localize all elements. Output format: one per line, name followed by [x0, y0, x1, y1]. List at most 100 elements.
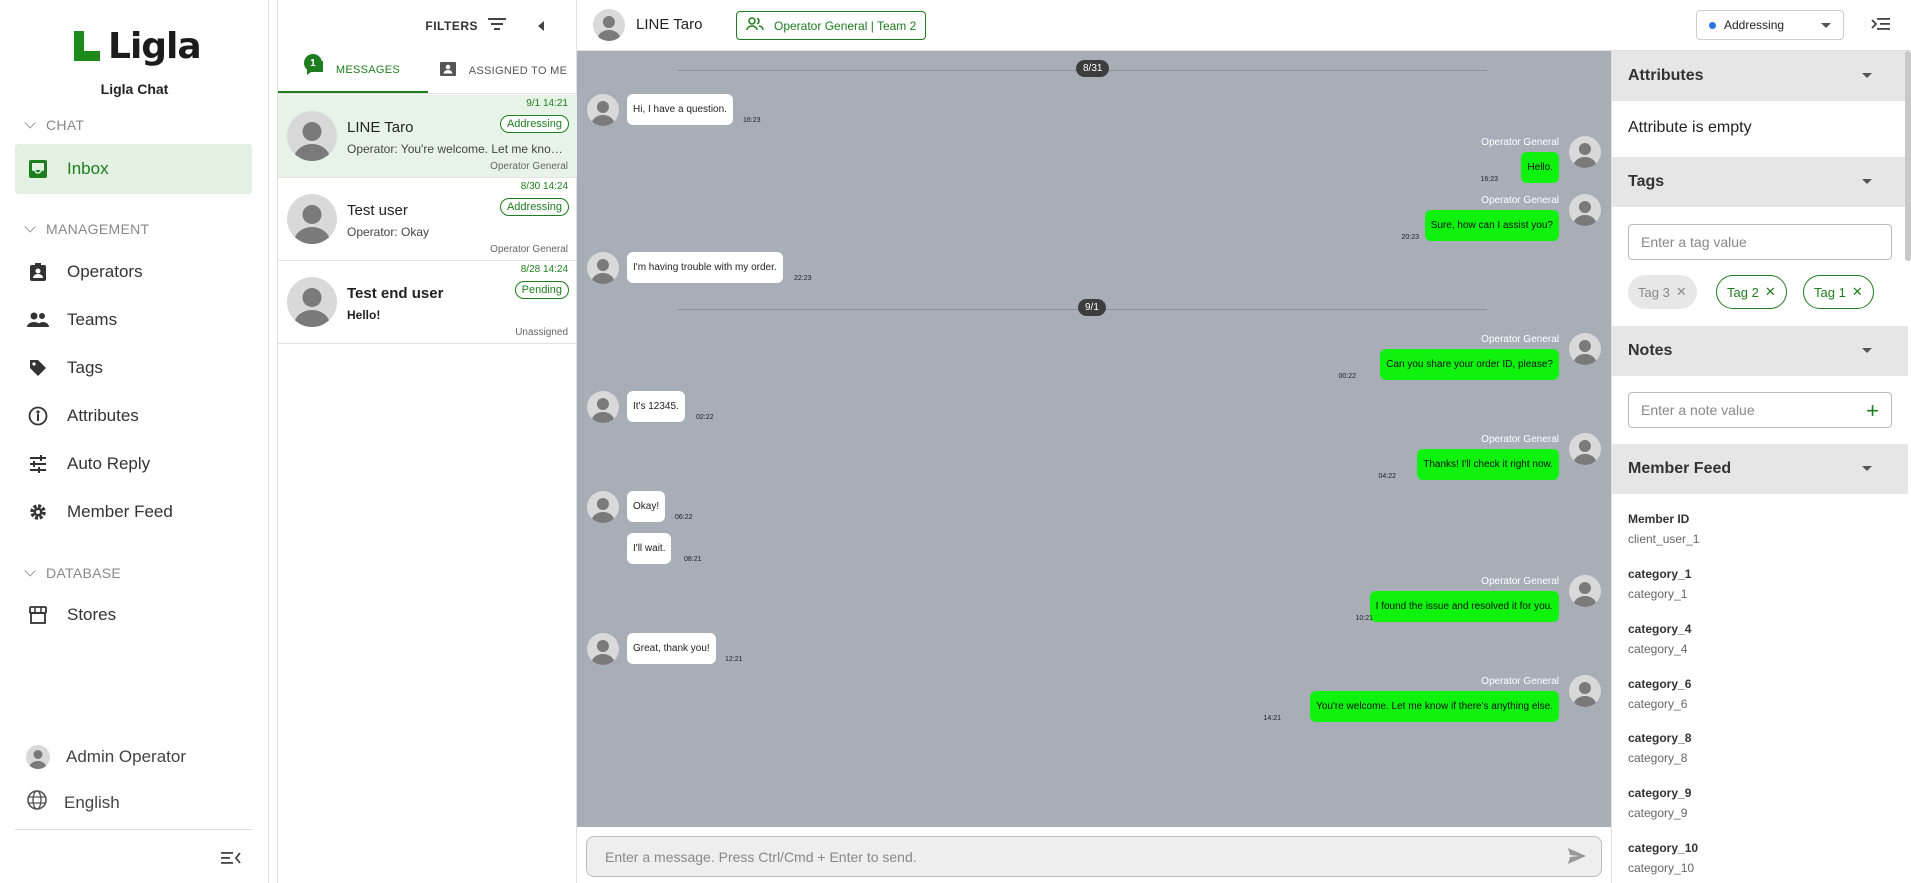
member-feed-header[interactable]: Member Feed	[1612, 444, 1908, 494]
conversation-name: Test end user	[347, 285, 444, 302]
badge-icon	[27, 261, 49, 283]
conversation-date: 9/1 14:21	[526, 98, 568, 109]
section-label: MANAGEMENT	[46, 221, 150, 237]
member-feed-label: category_10	[1628, 841, 1699, 855]
status-select[interactable]: Addressing	[1696, 10, 1844, 40]
note-input[interactable]: Enter a note value +	[1628, 392, 1892, 428]
tag-chip[interactable]: Tag 2 ✕	[1716, 275, 1787, 309]
sidebar-item-attributes[interactable]: Attributes	[15, 391, 252, 441]
gear-icon	[27, 501, 49, 523]
collapse-menu-icon[interactable]	[220, 850, 242, 871]
message-bubble: It's 12345.	[627, 391, 685, 422]
member-feed-label: category_1	[1628, 567, 1692, 581]
conversation-item[interactable]: 8/30 14:24 Test user Addressing Operator…	[278, 178, 578, 261]
avatar	[587, 491, 619, 523]
nav-section-management[interactable]: MANAGEMENT	[24, 221, 149, 237]
tab-messages[interactable]: 1 MESSAGES	[278, 48, 428, 93]
section-title: Notes	[1628, 342, 1673, 359]
sidebar-item-member-feed[interactable]: Member Feed	[15, 487, 252, 537]
tune-icon	[27, 453, 49, 475]
assignment-chip[interactable]: Operator General | Team 2	[736, 11, 927, 40]
tag-input[interactable]: Enter a tag value	[1628, 224, 1892, 260]
conversation-name: Test user	[347, 202, 408, 219]
member-feed-value: category_1	[1628, 587, 1688, 601]
collapse-arrow-icon	[1862, 348, 1872, 353]
sender-name: Operator General	[1481, 676, 1559, 687]
message-input[interactable]: Enter a message. Press Ctrl/Cmd + Enter …	[586, 836, 1602, 877]
filters-button[interactable]: FILTERS	[425, 17, 506, 34]
section-title: Tags	[1628, 173, 1665, 190]
tab-assigned-to-me[interactable]: ASSIGNED TO ME	[428, 48, 578, 93]
sidebar-item-label: Stores	[67, 605, 117, 624]
section-label: DATABASE	[46, 565, 122, 581]
sidebar-item-label: Operators	[67, 262, 143, 281]
send-icon[interactable]	[1567, 847, 1587, 870]
close-icon[interactable]: ✕	[1852, 284, 1863, 300]
close-icon[interactable]: ✕	[1676, 284, 1687, 300]
toggle-side-panel-icon[interactable]	[1871, 16, 1891, 37]
avatar	[1569, 675, 1601, 707]
conversation-item[interactable]: 9/1 14:21 LINE Taro Addressing Operator:…	[278, 95, 578, 178]
message-bubble: I'm having trouble with my order.	[627, 252, 783, 283]
section-title: Attributes	[1628, 67, 1704, 84]
sidebar-item-operators[interactable]: Operators	[15, 247, 252, 297]
member-feed-value: category_9	[1628, 806, 1688, 820]
section-label: CHAT	[46, 117, 85, 133]
current-user[interactable]: Admin Operator	[26, 745, 186, 769]
nav-section-chat[interactable]: CHAT	[24, 117, 84, 133]
tag-chip[interactable]: Tag 1 ✕	[1803, 275, 1874, 309]
conversation-item[interactable]: 8/28 14:24 Test end user Pending Hello! …	[278, 261, 578, 344]
panel-scrollbar[interactable]	[1905, 51, 1911, 261]
member-feed-label: category_6	[1628, 677, 1692, 691]
notes-header[interactable]: Notes	[1612, 326, 1908, 376]
divider	[15, 829, 252, 830]
app-name: Ligla Chat	[100, 81, 169, 97]
status-badge: Addressing	[499, 115, 569, 133]
unread-badge: 1	[304, 54, 322, 72]
details-panel: Attributes Attribute is empty Tags Enter…	[1611, 51, 1911, 883]
sidebar-item-label: Tags	[67, 358, 103, 377]
message-bubble: Hello.	[1521, 152, 1559, 183]
avatar	[287, 111, 337, 161]
message-bubble: Sure, how can I assist you?	[1424, 210, 1559, 241]
store-icon	[27, 604, 49, 626]
nav-section-database[interactable]: DATABASE	[24, 565, 121, 581]
tags-header[interactable]: Tags	[1612, 157, 1908, 207]
contact-avatar	[593, 9, 625, 41]
tag-label: Tag 2	[1727, 284, 1759, 300]
conversation-assignee: Unassigned	[515, 327, 568, 338]
assignment-label: Operator General | Team 2	[774, 18, 917, 33]
add-icon[interactable]: +	[1866, 398, 1879, 424]
sidebar-item-tags[interactable]: Tags	[15, 343, 252, 393]
sidebar-item-teams[interactable]: Teams	[15, 295, 252, 345]
date-separator: 9/1	[1078, 299, 1106, 316]
sidebar-item-inbox[interactable]: Inbox	[15, 144, 252, 194]
tab-label: MESSAGES	[335, 63, 401, 76]
conversation-preview: Hello!	[347, 308, 381, 322]
account-icon	[26, 745, 50, 769]
date-separator: 8/31	[1076, 60, 1110, 77]
avatar	[1569, 433, 1601, 465]
language-label: English	[64, 792, 120, 812]
tag-label: Tag 3	[1638, 284, 1670, 300]
sender-name: Operator General	[1481, 576, 1559, 587]
message-area[interactable]: 8/31 9/1 Hi, I have a question. 16:23 Op…	[577, 51, 1611, 827]
chat-header: LINE Taro Operator General | Team 2 Addr…	[577, 0, 1911, 51]
inbox-icon	[27, 158, 49, 180]
tag-chip[interactable]: Tag 3 ✕	[1628, 275, 1697, 309]
language-selector[interactable]: English	[26, 789, 120, 816]
left-navigation: Ligla Ligla Chat CHAT Inbox MANAGEMENT O…	[0, 0, 269, 883]
sidebar-item-stores[interactable]: Stores	[15, 590, 252, 640]
member-feed-value: category_6	[1628, 697, 1688, 711]
attributes-header[interactable]: Attributes	[1612, 51, 1908, 101]
close-icon[interactable]: ✕	[1765, 284, 1776, 300]
assignment-icon	[439, 61, 457, 80]
message-time: 02:22	[696, 414, 714, 421]
sidebar-item-auto-reply[interactable]: Auto Reply	[15, 439, 252, 489]
conversation-date: 8/28 14:24	[520, 264, 568, 275]
sidebar-item-label: Auto Reply	[67, 454, 151, 473]
collapse-list-icon[interactable]	[538, 21, 544, 31]
attributes-empty-text: Attribute is empty	[1628, 119, 1752, 136]
ligla-logo[interactable]: Ligla	[74, 26, 202, 67]
dropdown-arrow-icon	[1821, 23, 1831, 28]
